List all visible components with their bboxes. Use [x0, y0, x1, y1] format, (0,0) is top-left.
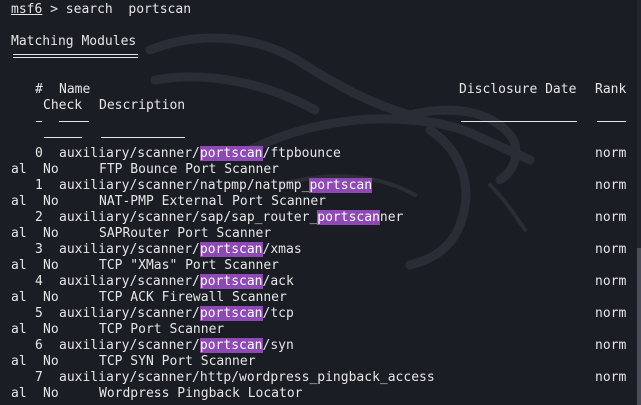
module-name: auxiliary/scanner/sap/sap_router_portsca…: [59, 210, 404, 225]
vertical-scrollbar[interactable]: [637, 0, 641, 405]
col-underline-num: [36, 121, 42, 122]
module-description: NAT-PMP External Port Scanner: [99, 194, 326, 209]
module-name: auxiliary/scanner/portscan/ftpbounce: [59, 146, 341, 161]
module-description: TCP ACK Firewall Scanner: [99, 290, 287, 305]
module-number: 0: [35, 146, 43, 161]
module-check: No: [43, 354, 59, 369]
search-match-highlight: portscan: [317, 210, 380, 225]
col-underline-rank: [597, 121, 626, 122]
module-description: TCP SYN Port Scanner: [99, 354, 256, 369]
module-name: auxiliary/scanner/natpmp/natpmp_portscan: [59, 178, 373, 193]
col-header-rank: Rank: [595, 82, 627, 97]
col-underline-description: [101, 137, 185, 138]
module-rank: norm: [595, 338, 627, 353]
module-number: 6: [35, 338, 43, 353]
module-number: 2: [35, 210, 43, 225]
col-underline-check: [44, 137, 82, 138]
module-rank: norm: [595, 210, 627, 225]
search-match-highlight: portscan: [309, 178, 373, 193]
module-check: No: [43, 194, 59, 209]
module-rank-wrap: al: [11, 386, 27, 401]
module-rank: norm: [595, 242, 627, 257]
module-number: 7: [35, 370, 43, 385]
col-header-description: Description: [99, 98, 186, 113]
col-header-disclosure-date: Disclosure Date: [459, 82, 577, 97]
module-rank-wrap: al: [11, 322, 27, 337]
module-description: TCP "XMas" Port Scanner: [99, 258, 280, 273]
module-name: auxiliary/scanner/portscan/tcp: [59, 306, 294, 321]
module-description: TCP Port Scanner: [99, 322, 225, 337]
col-underline-disclosure-date: [461, 121, 577, 122]
module-name: auxiliary/scanner/portscan/ack: [59, 274, 294, 289]
scrollbar-thumb[interactable]: [637, 248, 641, 405]
module-number: 5: [35, 306, 43, 321]
module-description: SAPRouter Port Scanner: [99, 226, 272, 241]
module-number: 1: [35, 178, 43, 193]
search-match-highlight: portscan: [199, 146, 263, 161]
col-header-check: Check: [43, 98, 83, 113]
search-match-highlight: portscan: [199, 242, 263, 257]
module-rank: norm: [595, 306, 627, 321]
prompt-command: > search portscan: [42, 2, 192, 17]
module-description: FTP Bounce Port Scanner: [99, 162, 280, 177]
module-number: 4: [35, 274, 43, 289]
module-rank-wrap: al: [11, 258, 27, 273]
search-match-highlight: portscan: [199, 306, 263, 321]
module-check: No: [43, 290, 59, 305]
col-underline-name: [59, 121, 89, 122]
section-heading: Matching Modules: [11, 34, 137, 49]
module-rank: norm: [595, 146, 627, 161]
module-check: No: [43, 386, 59, 401]
prompt-name: msf6: [11, 2, 43, 17]
module-number: 3: [35, 242, 43, 257]
heading-underline: [13, 54, 138, 58]
module-check: No: [43, 162, 59, 177]
module-rank-wrap: al: [11, 162, 27, 177]
module-name: auxiliary/scanner/portscan/xmas: [59, 242, 302, 257]
module-rank-wrap: al: [11, 194, 27, 209]
module-rank: norm: [595, 178, 627, 193]
module-check: No: [43, 226, 59, 241]
module-rank-wrap: al: [11, 354, 27, 369]
module-check: No: [43, 322, 59, 337]
search-match-highlight: portscan: [199, 338, 263, 353]
module-name: auxiliary/scanner/portscan/syn: [59, 338, 294, 353]
module-check: No: [43, 258, 59, 273]
col-header-name: Name: [59, 82, 91, 97]
terminal-output[interactable]: msf6 > search portscan Matching Modules …: [0, 0, 641, 405]
module-name: auxiliary/scanner/http/wordpress_pingbac…: [59, 370, 435, 385]
module-rank-wrap: al: [11, 290, 27, 305]
module-rank: norm: [595, 370, 627, 385]
col-header-num: #: [35, 82, 43, 97]
module-rank: norm: [595, 274, 627, 289]
module-rank-wrap: al: [11, 226, 27, 241]
command-prompt: msf6 > search portscan: [11, 2, 191, 18]
search-match-highlight: portscan: [199, 274, 263, 289]
module-description: Wordpress Pingback Locator: [99, 386, 303, 401]
